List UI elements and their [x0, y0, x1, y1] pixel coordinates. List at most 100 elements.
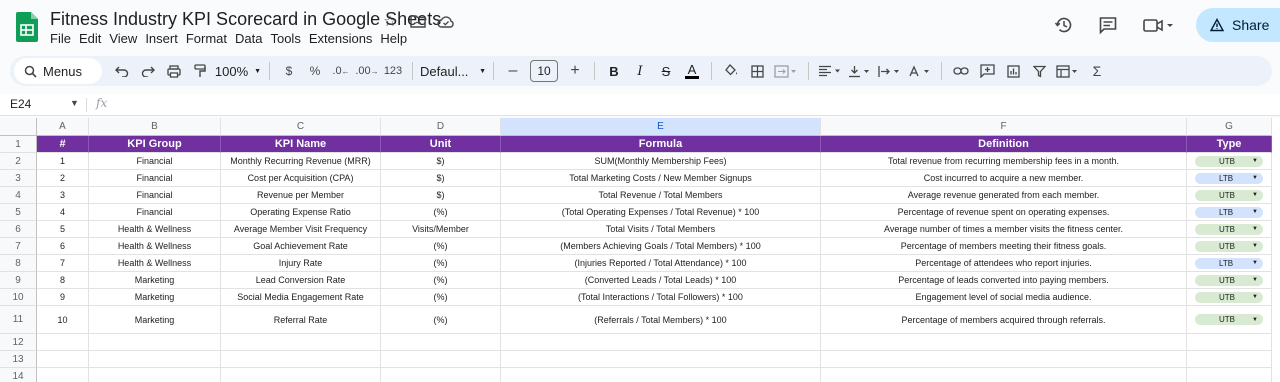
row-header-4[interactable]: 4 [0, 187, 37, 204]
column-header-d[interactable]: D [381, 118, 501, 136]
strikethrough-button[interactable]: S [654, 59, 678, 83]
type-cell[interactable]: UTB ▼ [1187, 306, 1272, 334]
column-header-e[interactable]: E [501, 118, 821, 136]
table-cell[interactable]: 1 [37, 153, 89, 170]
menus-search[interactable]: Menus [14, 58, 102, 84]
empty-cell[interactable] [381, 334, 501, 351]
print-icon[interactable] [162, 59, 186, 83]
star-icon[interactable]: ☆ [380, 11, 400, 31]
table-cell[interactable]: Total revenue from recurring membership … [821, 153, 1187, 170]
font-family-select[interactable]: Defaul... ▼ [420, 59, 486, 83]
table-cell[interactable]: Lead Conversion Rate [221, 272, 381, 289]
type-cell[interactable]: LTB ▼ [1187, 255, 1272, 272]
version-history-icon[interactable] [1052, 13, 1076, 37]
empty-cell[interactable] [501, 368, 821, 382]
table-cell[interactable]: (Members Achieving Goals / Total Members… [501, 238, 821, 255]
paint-format-icon[interactable] [188, 59, 212, 83]
table-cell[interactable]: Goal Achievement Rate [221, 238, 381, 255]
table-header-cell[interactable]: Formula [501, 136, 821, 153]
increase-font-size-button[interactable]: + [563, 59, 587, 83]
table-cell[interactable]: Financial [89, 187, 221, 204]
decrease-decimal-button[interactable]: .0 ← [329, 59, 353, 83]
table-cell[interactable]: Health & Wellness [89, 255, 221, 272]
cloud-saved-icon[interactable] [436, 11, 456, 31]
table-cell[interactable]: Percentage of leads converted into payin… [821, 272, 1187, 289]
row-header-9[interactable]: 9 [0, 272, 37, 289]
empty-cell[interactable] [1187, 334, 1272, 351]
table-header-cell[interactable]: Type [1187, 136, 1272, 153]
table-cell[interactable]: 2 [37, 170, 89, 187]
column-header-g[interactable]: G [1187, 118, 1272, 136]
table-cell[interactable]: (Converted Leads / Total Leads) * 100 [501, 272, 821, 289]
empty-cell[interactable] [89, 334, 221, 351]
table-cell[interactable]: $) [381, 187, 501, 204]
table-cell[interactable]: (%) [381, 306, 501, 334]
empty-cell[interactable] [89, 351, 221, 368]
empty-cell[interactable] [821, 368, 1187, 382]
text-color-button[interactable]: A [680, 59, 704, 83]
table-cell[interactable]: 7 [37, 255, 89, 272]
type-cell[interactable]: UTB ▼ [1187, 153, 1272, 170]
font-size-input[interactable]: 10 [530, 60, 558, 82]
move-folder-icon[interactable] [408, 11, 428, 31]
table-cell[interactable]: (%) [381, 255, 501, 272]
undo-icon[interactable] [110, 59, 134, 83]
empty-cell[interactable] [37, 334, 89, 351]
table-cell[interactable]: Financial [89, 204, 221, 221]
row-header-7[interactable]: 7 [0, 238, 37, 255]
table-cell[interactable]: Revenue per Member [221, 187, 381, 204]
table-cell[interactable]: $) [381, 153, 501, 170]
table-cell[interactable]: (Total Interactions / Total Followers) *… [501, 289, 821, 306]
filter-views-icon[interactable] [1053, 59, 1083, 83]
italic-button[interactable]: I [628, 59, 652, 83]
type-dropdown-chip[interactable]: UTB ▼ [1195, 240, 1263, 252]
type-cell[interactable]: UTB ▼ [1187, 238, 1272, 255]
menu-help[interactable]: Help [380, 31, 415, 46]
table-cell[interactable]: Total Marketing Costs / New Member Signu… [501, 170, 821, 187]
table-cell[interactable]: Percentage of members acquired through r… [821, 306, 1187, 334]
type-dropdown-chip[interactable]: UTB ▼ [1195, 223, 1263, 235]
table-cell[interactable]: Percentage of members meeting their fitn… [821, 238, 1187, 255]
column-header-f[interactable]: F [821, 118, 1187, 136]
row-header-11[interactable]: 11 [0, 306, 37, 334]
zoom-select[interactable]: 100% ▼ [214, 59, 262, 83]
empty-cell[interactable] [37, 368, 89, 382]
meet-video-icon[interactable] [1140, 13, 1176, 37]
table-cell[interactable]: Marketing [89, 289, 221, 306]
menu-view[interactable]: View [109, 31, 145, 46]
table-cell[interactable]: Visits/Member [381, 221, 501, 238]
row-header-2[interactable]: 2 [0, 153, 37, 170]
row-header-8[interactable]: 8 [0, 255, 37, 272]
table-cell[interactable]: (Total Operating Expenses / Total Revenu… [501, 204, 821, 221]
type-dropdown-chip[interactable]: LTB ▼ [1195, 172, 1263, 184]
empty-cell[interactable] [501, 351, 821, 368]
type-dropdown-chip[interactable]: UTB ▼ [1195, 155, 1263, 167]
insert-chart-icon[interactable] [1001, 59, 1025, 83]
text-wrapping-icon[interactable] [876, 59, 904, 83]
table-cell[interactable]: Total Visits / Total Members [501, 221, 821, 238]
merge-cells-icon[interactable] [771, 59, 801, 83]
table-header-cell[interactable]: Unit [381, 136, 501, 153]
percent-format-button[interactable]: % [303, 59, 327, 83]
type-cell[interactable]: UTB ▼ [1187, 272, 1272, 289]
column-header-c[interactable]: C [221, 118, 381, 136]
sheets-logo-icon[interactable] [16, 12, 38, 42]
currency-format-button[interactable]: $ [277, 59, 301, 83]
empty-cell[interactable] [221, 334, 381, 351]
table-cell[interactable]: Marketing [89, 272, 221, 289]
table-cell[interactable]: 10 [37, 306, 89, 334]
table-cell[interactable]: 4 [37, 204, 89, 221]
type-cell[interactable]: UTB ▼ [1187, 221, 1272, 238]
table-cell[interactable]: Engagement level of social media audienc… [821, 289, 1187, 306]
fill-color-icon[interactable] [719, 59, 743, 83]
borders-icon[interactable] [745, 59, 769, 83]
increase-decimal-button[interactable]: .00 → [355, 59, 379, 83]
empty-cell[interactable] [381, 368, 501, 382]
row-header-13[interactable]: 13 [0, 351, 37, 368]
table-header-cell[interactable]: KPI Name [221, 136, 381, 153]
redo-icon[interactable] [136, 59, 160, 83]
row-header-10[interactable]: 10 [0, 289, 37, 306]
table-header-cell[interactable]: # [37, 136, 89, 153]
chevron-down-icon[interactable]: ▼ [70, 98, 79, 108]
row-header-5[interactable]: 5 [0, 204, 37, 221]
